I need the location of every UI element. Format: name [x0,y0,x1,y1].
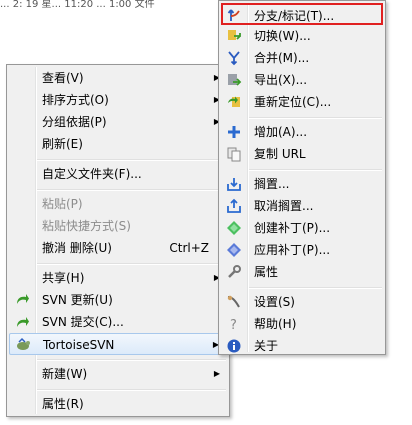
menu-item-svn-commit[interactable]: SVN 提交(C)... [9,311,227,333]
unshelve-icon [226,198,242,214]
menu-item-label: TortoiseSVN [43,338,115,352]
menu-item-customize-folder[interactable]: 自定义文件夹(F)... [9,163,227,185]
menu-item-label: 刷新(E) [42,137,83,151]
switch-icon [226,28,242,44]
menu-item-relocate[interactable]: 重新定位(C)... [221,91,383,113]
menu-item-switch[interactable]: 切换(W)... [221,25,383,47]
menu-item-label: SVN 更新(U) [42,293,113,307]
menu-item-export[interactable]: 导出(X)... [221,69,383,91]
menu-item-label: 应用补丁(P)... [254,243,331,257]
menu-item-label: 分支/标记(T)... [254,9,335,23]
menu-item-label: 关于 [254,339,279,353]
menu-separator [37,189,226,191]
menu-item-shelve[interactable]: 搁置... [221,173,383,195]
menu-item-label: 取消搁置... [254,199,314,213]
menu-item-refresh[interactable]: 刷新(E) [9,133,227,155]
menu-item-unshelve[interactable]: 取消搁置... [221,195,383,217]
apply-patch-icon [226,242,242,258]
submenu-arrow-icon: ▶ [213,369,220,378]
menu-separator [249,169,382,171]
export-icon [226,72,242,88]
tortoisesvn-icon [15,337,31,353]
menu-item-paste-shortcut[interactable]: 粘贴快捷方式(S) [9,215,227,237]
menu-item-paste[interactable]: 粘贴(P) [9,193,227,215]
wrench-icon [226,264,242,280]
menu-item-about[interactable]: 关于 [221,335,383,357]
menu-item-label: SVN 提交(C)... [42,315,124,329]
menu-item-label: 切换(W)... [254,29,311,43]
menu-item-create-patch[interactable]: 创建补丁(P)... [221,217,383,239]
tortoisesvn-submenu: 分支/标记(T)... 切换(W)... 合并(M)... 导出(X)... 重… [218,0,386,355]
menu-item-label: 粘贴(P) [42,197,83,211]
help-icon: ? [226,316,242,332]
info-icon [226,338,242,354]
menu-item-label: 共享(H) [42,271,85,285]
menu-item-label: 增加(A)... [254,125,308,139]
menu-item-copy-url[interactable]: 复制 URL [221,143,383,165]
menu-item-label: 搁置... [254,177,290,191]
menu-item-help[interactable]: ? 帮助(H) [221,313,383,335]
menu-item-label: 重新定位(C)... [254,95,332,109]
copy-icon [226,146,242,162]
menu-item-label: 属性(R) [42,397,84,411]
menu-item-label: 粘贴快捷方式(S) [42,219,131,233]
menu-separator [249,287,382,289]
menu-item-svn-update[interactable]: SVN 更新(U) [9,289,227,311]
menu-item-new[interactable]: 新建(W) ▶ [9,363,227,385]
menu-item-label: 设置(S) [254,295,295,309]
menu-item-group[interactable]: 分组依据(P) ▶ [9,111,227,133]
svn-commit-icon [14,314,30,330]
menu-item-label: 属性 [254,265,279,279]
menu-item-label: 导出(X)... [254,73,308,87]
menu-item-label: 分组依据(P) [42,115,107,129]
menu-item-undo-delete[interactable]: 撤消 删除(U) Ctrl+Z [9,237,227,259]
menu-item-label: 复制 URL [254,147,306,161]
shortcut-label: Ctrl+Z [169,241,209,255]
menu-item-sort[interactable]: 排序方式(O) ▶ [9,89,227,111]
menu-item-label: 排序方式(O) [42,93,109,107]
menu-item-label: 新建(W) [42,367,88,381]
menu-item-label: 合并(M)... [254,51,310,65]
menu-item-label: 创建补丁(P)... [254,221,331,235]
add-icon [226,124,242,140]
menu-separator [37,389,226,391]
create-patch-icon [226,220,242,236]
menu-item-share[interactable]: 共享(H) ▶ [9,267,227,289]
branch-tag-icon [227,7,243,23]
menu-item-label: 帮助(H) [254,317,297,331]
menu-item-properties[interactable]: 属性(R) [9,393,227,415]
menu-item-settings[interactable]: 设置(S) [221,291,383,313]
menu-item-merge[interactable]: 合并(M)... [221,47,383,69]
menu-item-svn-properties[interactable]: 属性 [221,261,383,283]
menu-item-tortoisesvn[interactable]: TortoiseSVN ▶ [9,333,227,355]
svn-update-icon [14,292,30,308]
merge-icon [226,50,242,66]
menu-item-label: 撤消 删除(U) [42,241,112,255]
menu-item-apply-patch[interactable]: 应用补丁(P)... [221,239,383,261]
menu-item-label: 自定义文件夹(F)... [42,167,142,181]
explorer-context-menu: 查看(V) ▶ 排序方式(O) ▶ 分组依据(P) ▶ 刷新(E) 自定义文件夹… [6,64,230,417]
menu-item-label: 查看(V) [42,71,84,85]
relocate-icon [226,94,242,110]
background-file-info: ... 2: 19 星... 11:20 ... 1:00 文件 [0,0,155,10]
menu-separator [37,159,226,161]
settings-icon [226,294,242,310]
menu-item-add[interactable]: 增加(A)... [221,121,383,143]
menu-separator [37,359,226,361]
svg-text:?: ? [230,318,237,332]
menu-separator [37,263,226,265]
menu-item-branch-tag[interactable]: 分支/标记(T)... [221,3,383,25]
menu-item-view[interactable]: 查看(V) ▶ [9,67,227,89]
shelve-icon [226,176,242,192]
menu-separator [249,117,382,119]
